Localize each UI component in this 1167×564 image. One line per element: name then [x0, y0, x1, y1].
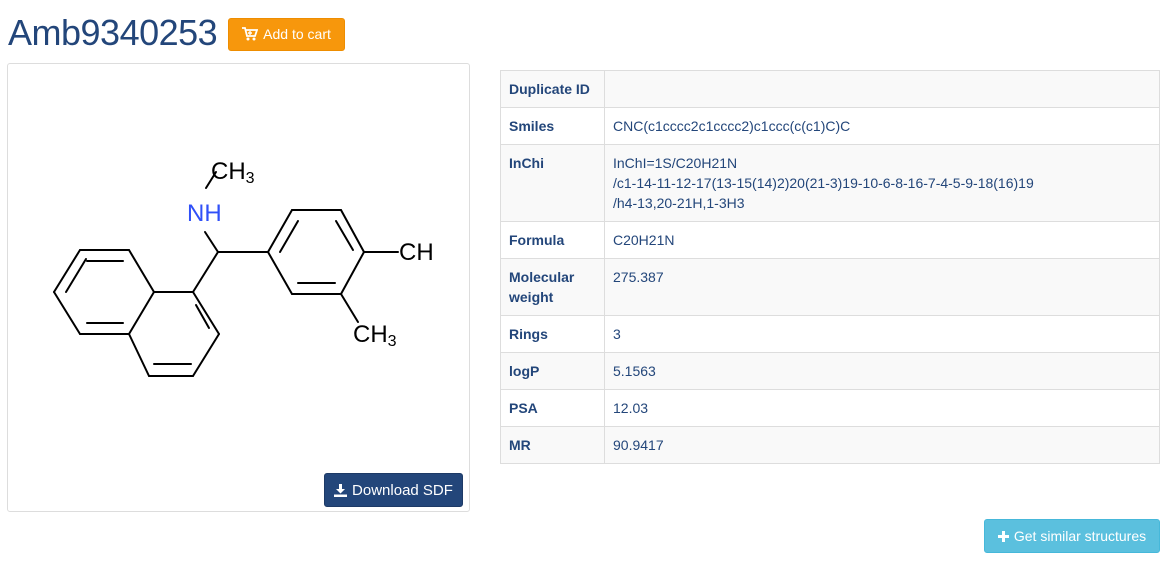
- property-value: 90.9417: [604, 426, 1160, 464]
- property-label: Molecular weight: [500, 258, 605, 316]
- property-value: 3: [604, 315, 1160, 353]
- atom-ch3-bottom: CH3: [353, 321, 397, 350]
- property-label: Formula: [500, 221, 605, 259]
- property-label: MR: [500, 426, 605, 464]
- add-to-cart-label: Add to cart: [263, 26, 331, 42]
- table-row: Molecular weight 275.387: [500, 258, 1160, 316]
- table-row: MR 90.9417: [500, 426, 1160, 464]
- table-row: Duplicate ID: [500, 70, 1160, 108]
- page-title: Amb9340253: [8, 12, 218, 53]
- property-value: CNC(c1cccc2c1cccc2)c1ccc(c(c1)C)C: [604, 107, 1160, 145]
- inchi-line: /c1-14-11-12-17(13-15(14)2)20(21-3)19-10…: [613, 175, 1034, 191]
- page-header: Amb9340253 Add to cart: [8, 10, 345, 56]
- property-value: [604, 70, 1160, 108]
- table-row: Smiles CNC(c1cccc2c1cccc2)c1ccc(c(c1)C)C: [500, 107, 1160, 145]
- get-similar-structures-button[interactable]: Get similar structures: [984, 519, 1160, 553]
- structure-panel: CH3 NH CH CH3 Download SDF: [7, 63, 470, 512]
- download-icon: [334, 483, 348, 497]
- add-to-cart-button[interactable]: Add to cart: [228, 17, 345, 51]
- property-label: InChi: [500, 144, 605, 222]
- molecule-structure: CH3 NH CH CH3: [53, 158, 434, 377]
- property-value: 12.03: [604, 389, 1160, 427]
- plus-icon: [997, 530, 1009, 542]
- atom-ch-right: CH: [399, 239, 434, 266]
- inchi-line: /h4-13,20-21H,1-3H3: [613, 195, 745, 211]
- property-value: 5.1563: [604, 352, 1160, 390]
- property-value: C20H21N: [604, 221, 1160, 259]
- download-sdf-button[interactable]: Download SDF: [324, 473, 463, 507]
- property-label: logP: [500, 352, 605, 390]
- property-label: Rings: [500, 315, 605, 353]
- table-row: InChi InChI=1S/C20H21N /c1-14-11-12-17(1…: [500, 144, 1160, 222]
- table-row: logP 5.1563: [500, 352, 1160, 390]
- inchi-line: InChI=1S/C20H21N: [613, 155, 738, 171]
- table-row: Rings 3: [500, 315, 1160, 353]
- atom-nh: NH: [187, 200, 222, 227]
- atom-ch3-top: CH3: [211, 158, 255, 187]
- property-label: Duplicate ID: [500, 70, 605, 108]
- cart-icon: [242, 27, 259, 41]
- table-row: PSA 12.03: [500, 389, 1160, 427]
- property-label: Smiles: [500, 107, 605, 145]
- download-sdf-label: Download SDF: [352, 481, 453, 499]
- property-value: InChI=1S/C20H21N /c1-14-11-12-17(13-15(1…: [604, 144, 1160, 222]
- table-row: Formula C20H21N: [500, 221, 1160, 259]
- property-label: PSA: [500, 389, 605, 427]
- property-value: 275.387: [604, 258, 1160, 316]
- get-similar-structures-label: Get similar structures: [1013, 528, 1147, 544]
- properties-table: Duplicate ID Smiles CNC(c1cccc2c1cccc2)c…: [500, 70, 1160, 464]
